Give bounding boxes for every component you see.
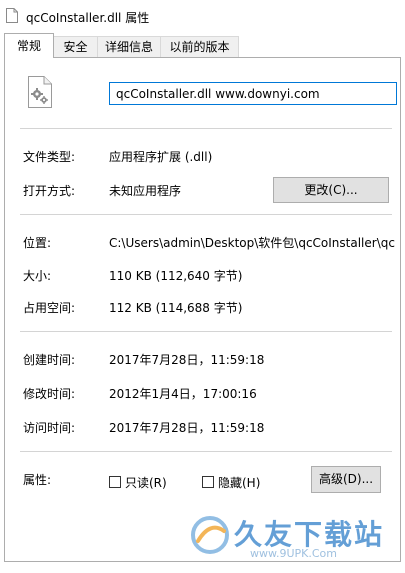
tab-security[interactable]: 安全 [53, 36, 98, 57]
readonly-checkbox[interactable]: 只读(R) [109, 474, 167, 490]
hidden-label: 隐藏(H) [218, 475, 261, 490]
accessed-label: 访问时间: [23, 421, 76, 435]
created-value: 2017年7月28日，11:59:18 [109, 353, 265, 367]
checkbox-box[interactable] [109, 476, 121, 488]
separator [20, 331, 392, 332]
change-button[interactable]: 更改(C)... [273, 177, 389, 203]
general-panel: 文件类型: 应用程序扩展 (.dll) 打开方式: 未知应用程序 更改(C)..… [4, 57, 401, 562]
modified-value: 2012年1月4日，17:00:16 [109, 387, 257, 401]
watermark: 久友下载站 www.9UPK.Com [190, 513, 395, 563]
advanced-button[interactable]: 高级(D)... [311, 466, 381, 493]
file-type-label: 文件类型: [23, 150, 76, 164]
open-with-label: 打开方式: [23, 184, 76, 198]
readonly-label: 只读(R) [125, 475, 167, 490]
tab-previous-versions[interactable]: 以前的版本 [160, 36, 239, 57]
file-icon [6, 8, 18, 23]
checkbox-box[interactable] [202, 476, 214, 488]
attributes-label: 属性: [23, 473, 52, 487]
separator [20, 128, 392, 129]
tab-strip: 常规 安全 详细信息 以前的版本 [0, 32, 405, 58]
window-title: qcCoInstaller.dll 属性 [26, 11, 150, 25]
tab-general[interactable]: 常规 [4, 33, 54, 58]
separator [20, 214, 392, 215]
modified-label: 修改时间: [23, 387, 76, 401]
dll-gear-icon [28, 76, 52, 108]
created-label: 创建时间: [23, 353, 76, 367]
size-label: 大小: [23, 269, 52, 283]
location-value: C:\Users\admin\Desktop\软件包\qcCoInstaller… [109, 236, 395, 250]
location-label: 位置: [23, 236, 52, 250]
tab-details[interactable]: 详细信息 [97, 36, 161, 57]
size-on-disk-value: 112 KB (114,688 字节) [109, 301, 243, 315]
title-bar: qcCoInstaller.dll 属性 [0, 0, 405, 32]
watermark-logo-icon [191, 516, 229, 554]
open-with-value: 未知应用程序 [109, 184, 182, 198]
separator [20, 451, 392, 452]
accessed-value: 2017年7月28日，11:59:18 [109, 421, 265, 435]
size-on-disk-label: 占用空间: [23, 301, 76, 315]
hidden-checkbox[interactable]: 隐藏(H) [202, 474, 260, 490]
watermark-url: www.9UPK.Com [250, 547, 337, 560]
size-value: 110 KB (112,640 字节) [109, 269, 243, 283]
file-type-value: 应用程序扩展 (.dll) [109, 150, 213, 164]
file-name-input[interactable] [109, 82, 397, 105]
